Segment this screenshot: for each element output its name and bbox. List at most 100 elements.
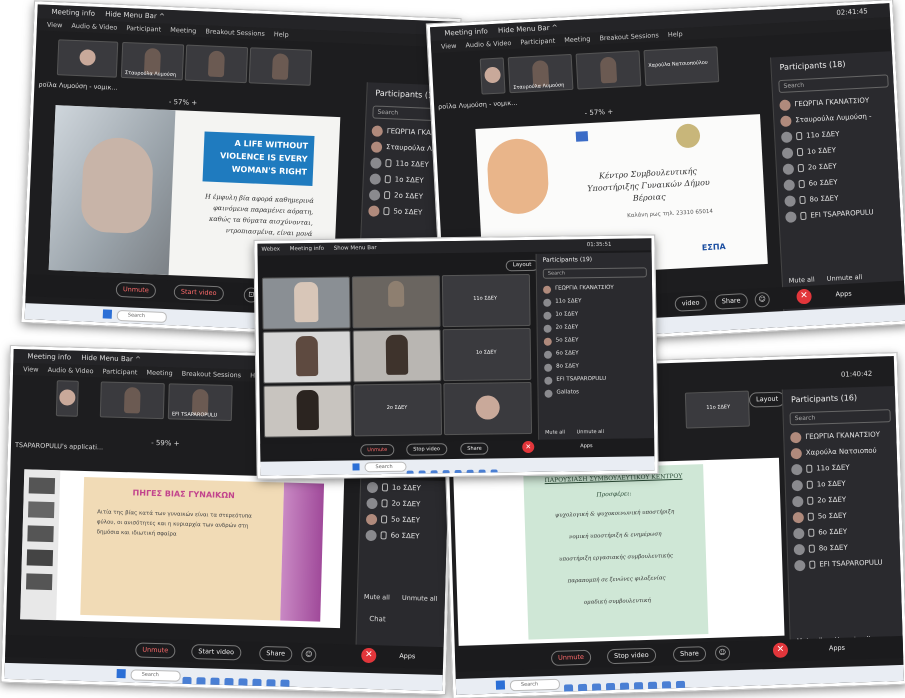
hide-menu-link[interactable]: Hide Menu Bar ^ (81, 354, 141, 364)
app-icon[interactable] (591, 683, 602, 693)
video-tile[interactable] (351, 275, 441, 329)
unmute-all-button[interactable]: Unmute all (402, 594, 438, 603)
layout-button[interactable]: Layout (505, 259, 539, 272)
app-icon[interactable] (182, 676, 192, 687)
menu-audio-video[interactable]: Audio & Video (71, 22, 117, 32)
app-icon[interactable] (619, 682, 630, 692)
meeting-info-link[interactable]: Meeting info (444, 27, 488, 37)
unmute-all-button[interactable]: Unmute all (827, 273, 863, 283)
meeting-info-link[interactable]: Meeting info (51, 8, 95, 18)
app-icon[interactable] (633, 682, 644, 692)
menu-meeting[interactable]: Meeting (170, 26, 197, 35)
participants-search-input[interactable]: Search (789, 409, 891, 426)
share-button[interactable]: Share (259, 645, 293, 662)
app-icon[interactable] (224, 677, 234, 688)
menu-view[interactable]: View (47, 21, 63, 30)
app-icon[interactable] (210, 677, 220, 687)
app-icon[interactable] (280, 679, 290, 689)
app-icon[interactable] (238, 678, 248, 688)
video-thumbnail[interactable] (55, 380, 79, 417)
video-thumbnail[interactable] (479, 57, 506, 95)
video-button[interactable]: video (674, 295, 707, 312)
zoom-level[interactable]: - 57% + (169, 98, 198, 107)
video-tile[interactable]: 2ο ΣΔΕΥ (353, 383, 443, 437)
video-tile[interactable] (261, 276, 351, 330)
stop-video-button[interactable]: Stop video (406, 443, 447, 456)
start-video-button[interactable]: Start video (191, 644, 242, 661)
menu-audio-video[interactable]: Audio & Video (48, 366, 94, 375)
app-icon[interactable] (605, 682, 616, 693)
slide-thumbnail[interactable] (28, 477, 56, 495)
menu-help[interactable]: Help (668, 30, 683, 39)
zoom-level[interactable]: - 59% + (151, 439, 180, 448)
unmute-button[interactable]: Unmute (135, 642, 176, 659)
video-thumbnail[interactable]: EFI TSAPAROPULU (167, 383, 233, 422)
end-call-icon[interactable]: ✕ (796, 288, 812, 305)
participant-row[interactable]: Gallatos (538, 385, 654, 400)
app-icon[interactable] (266, 679, 276, 689)
zoom-level[interactable]: - 57% + (584, 108, 613, 117)
windows-icon[interactable] (495, 680, 506, 690)
video-thumbnail[interactable] (184, 44, 249, 84)
video-tile[interactable] (263, 384, 353, 438)
unmute-button[interactable]: Unmute (115, 281, 157, 299)
slide-thumbnail[interactable] (27, 501, 55, 519)
layout-button[interactable]: Layout (748, 391, 786, 408)
reactions-icon[interactable]: ☺ (714, 645, 731, 661)
unmute-button[interactable]: Unmute (550, 649, 592, 666)
share-button[interactable]: Share (460, 442, 489, 455)
menu-participant[interactable]: Participant (520, 37, 555, 47)
video-thumbnail[interactable]: Σταυρούλα Λυμούση (507, 53, 574, 94)
start-video-button[interactable]: Start video (173, 284, 224, 302)
app-icon[interactable] (577, 683, 588, 694)
video-thumbnail[interactable] (99, 381, 165, 420)
apps-button[interactable]: Apps (393, 650, 421, 664)
video-thumbnail[interactable] (575, 50, 642, 90)
menu-participant[interactable]: Participant (102, 367, 137, 376)
taskbar-search[interactable]: Search (509, 678, 561, 692)
meeting-info-link[interactable]: Meeting info (290, 246, 324, 252)
reactions-icon[interactable]: ☺ (754, 291, 771, 308)
menu-participant[interactable]: Participant (126, 24, 161, 33)
participant-row[interactable]: 6ο ΣΔΕΥ (359, 527, 447, 545)
video-tile[interactable]: 11ο ΣΔΕΥ (441, 273, 531, 328)
share-button[interactable]: Share (714, 293, 748, 310)
mute-all-button[interactable]: Mute all (364, 593, 390, 602)
menu-meeting[interactable]: Meeting (146, 369, 172, 378)
unmute-button[interactable]: Unmute (360, 443, 395, 457)
hide-menu-link[interactable]: Hide Menu Bar ^ (105, 10, 165, 20)
app-icon[interactable] (252, 678, 262, 688)
slide-thumbnail[interactable] (27, 525, 54, 543)
meeting-info-link[interactable]: Meeting info (27, 352, 71, 361)
video-thumbnail[interactable]: Χαρούλα Νατσιοπούλου (643, 46, 720, 87)
taskbar-search[interactable]: Search (364, 461, 407, 473)
windows-icon[interactable] (102, 309, 113, 319)
menu-help[interactable]: Help (274, 30, 289, 39)
chat-toggle[interactable]: Chat (369, 615, 386, 623)
apps-button[interactable]: Apps (823, 642, 851, 656)
video-tile[interactable]: 1ο ΣΔΕΥ (442, 327, 532, 382)
menu-breakout[interactable]: Breakout Sessions (182, 370, 242, 380)
video-tile[interactable] (262, 330, 352, 384)
windows-icon[interactable] (116, 668, 126, 679)
windows-icon[interactable] (352, 463, 360, 471)
mute-all-button[interactable]: Mute all (789, 275, 815, 284)
video-thumbnail[interactable] (56, 39, 119, 78)
video-thumbnail[interactable] (248, 47, 313, 86)
show-menu-link[interactable]: Show Menu Bar (334, 245, 377, 252)
menu-audio-video[interactable]: Audio & Video (465, 39, 511, 49)
app-icon[interactable] (647, 681, 658, 691)
video-tile[interactable] (352, 329, 442, 383)
slide-thumbnail[interactable] (26, 549, 54, 567)
end-call-icon[interactable]: ✕ (772, 642, 789, 658)
menu-view[interactable]: View (441, 42, 457, 51)
menu-breakout[interactable]: Breakout Sessions (599, 31, 659, 42)
app-icon[interactable] (675, 680, 686, 691)
video-thumbnail[interactable]: Σταυρούλα Λυμούση (120, 41, 185, 81)
end-call-icon[interactable]: ✕ (361, 647, 377, 664)
menu-breakout[interactable]: Breakout Sessions (205, 27, 265, 37)
mute-all-button[interactable]: Mute all (545, 429, 565, 435)
stop-video-button[interactable]: Stop video (606, 647, 656, 665)
menu-meeting[interactable]: Meeting (564, 35, 591, 44)
end-call-icon[interactable]: ✕ (522, 440, 535, 454)
